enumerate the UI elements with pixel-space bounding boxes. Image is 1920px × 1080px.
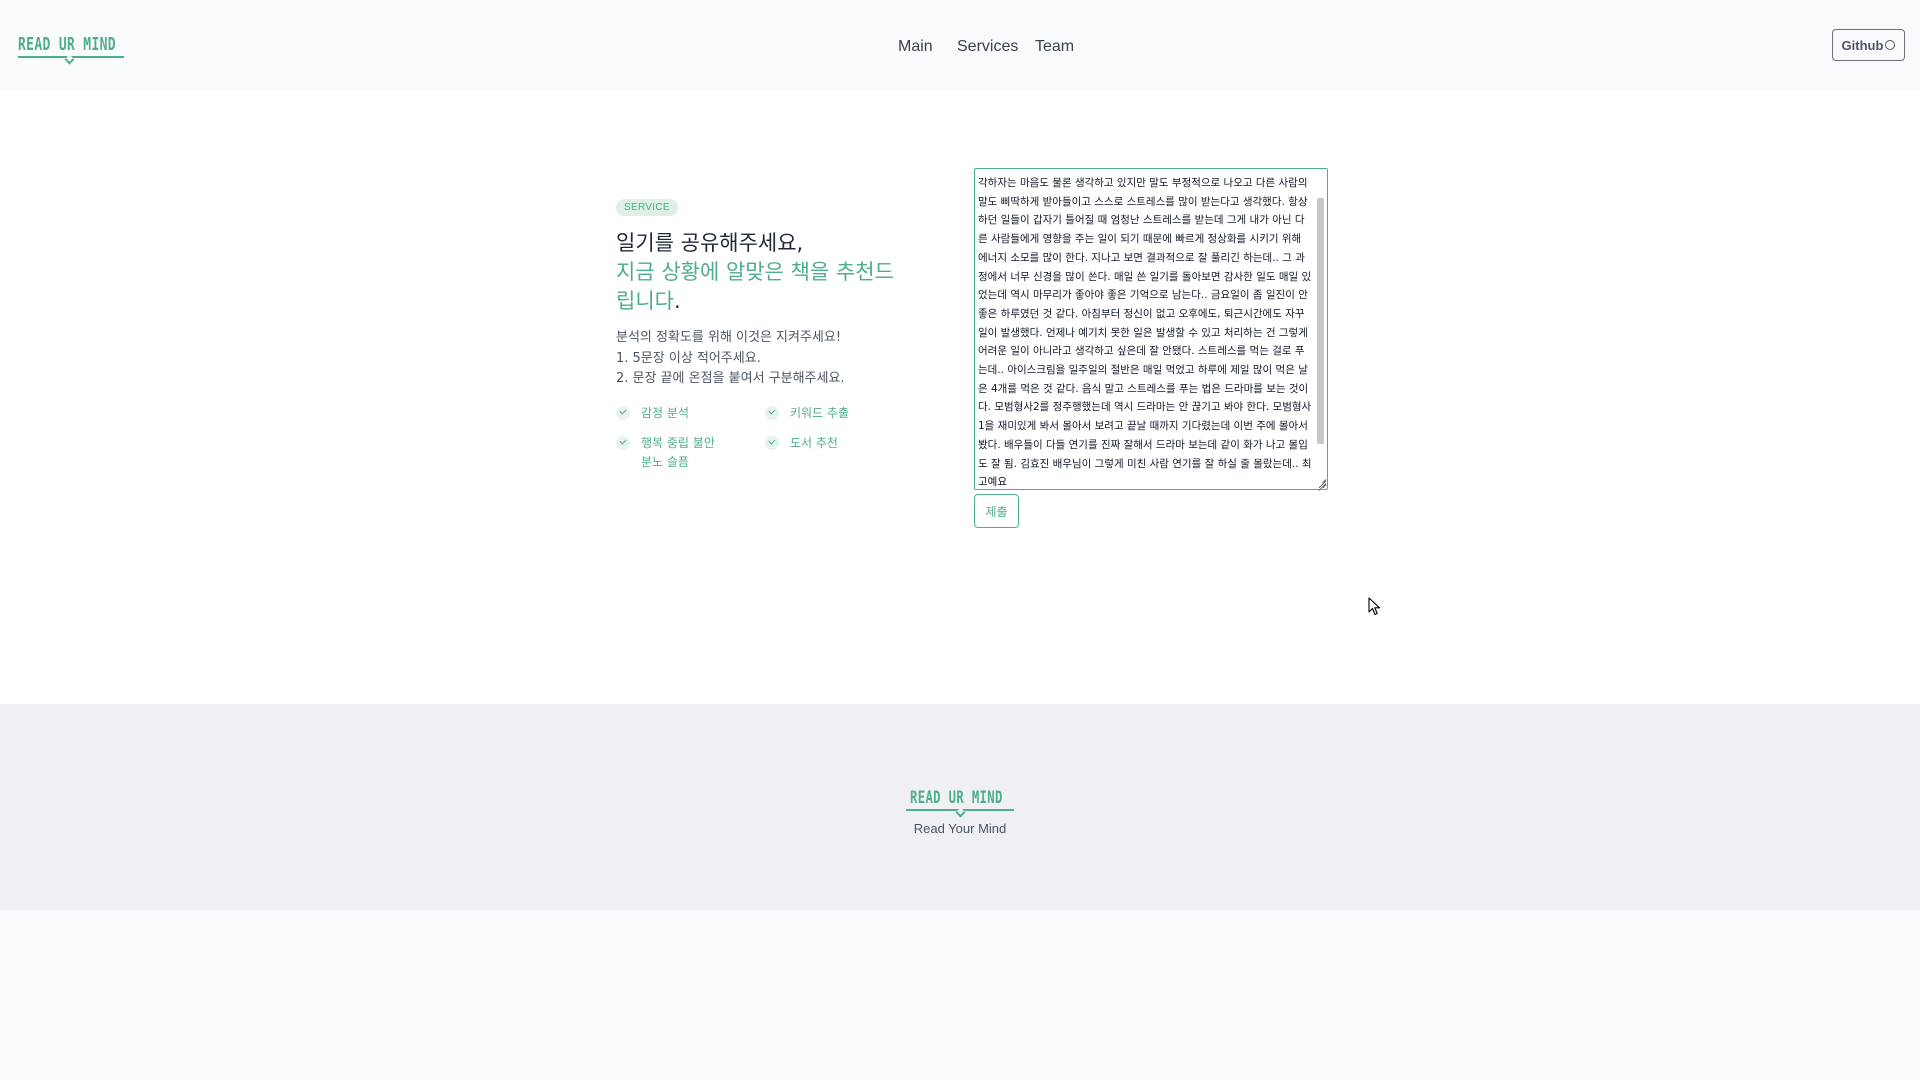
- submit-button[interactable]: 제출: [974, 494, 1019, 528]
- instruction-line: 2. 문장 끝에 온점을 붙여서 구분해주세요.: [616, 371, 845, 386]
- feature-label: 도서 추천: [790, 435, 838, 450]
- nav-main[interactable]: Main: [898, 38, 933, 56]
- logo-text: READ UR MIND: [910, 788, 1003, 808]
- service-section: SERVICE 일기를 공유해주세요, 지금 상황에 알맞은 책을 추천드 립니…: [0, 91, 1920, 704]
- instruction-line: 분석의 정확도를 위해 이것은 지켜주세요!: [616, 330, 842, 345]
- github-icon: [1885, 40, 1896, 50]
- feature-item: 도서 추천: [765, 434, 838, 453]
- service-intro: SERVICE 일기를 공유해주세요, 지금 상황에 알맞은 책을 추천드 립니…: [616, 195, 916, 474]
- service-headline: 일기를 공유해주세요, 지금 상황에 알맞은 책을 추천드 립니다.: [616, 229, 916, 316]
- feature-item: 키워드 추출: [765, 404, 849, 423]
- submit-label: 제출: [985, 504, 1008, 519]
- footer: READ UR MIND Read Your Mind: [0, 704, 1920, 910]
- footer-logo[interactable]: READ UR MIND: [906, 788, 1039, 818]
- nav-services[interactable]: Services: [957, 38, 1018, 56]
- feature-item: 감정 분석: [616, 404, 689, 423]
- github-label: Github: [1841, 37, 1884, 53]
- service-badge: SERVICE: [616, 199, 678, 216]
- headline-line1: 일기를 공유해주세요,: [616, 231, 804, 255]
- check-icon: [616, 405, 630, 420]
- feature-list: 감정 분석 키워드 추출 행복 중립 불안 분노 슬픔 도서 추천: [616, 404, 916, 474]
- instruction-line: 1. 5문장 이상 적어주세요.: [616, 350, 761, 366]
- check-icon: [765, 405, 779, 420]
- textarea-scrollbar[interactable]: [1317, 198, 1324, 444]
- logo-text: READ UR MIND: [18, 34, 116, 55]
- headline-period: .: [673, 289, 681, 313]
- github-button[interactable]: Github: [1832, 29, 1905, 61]
- mouse-cursor-icon: [1368, 597, 1381, 616]
- check-icon: [616, 435, 630, 450]
- check-icon: [765, 435, 779, 450]
- feature-label: 분노 슬픔: [641, 454, 689, 469]
- footer-tagline: Read Your Mind: [913, 821, 1007, 836]
- nav-team[interactable]: Team: [1035, 38, 1074, 56]
- feature-label: 감정 분석: [641, 405, 689, 420]
- instructions: 분석의 정확도를 위해 이것은 지켜주세요! 1. 5문장 이상 적어주세요. …: [616, 328, 916, 390]
- feature-label: 행복 중립 불안: [641, 435, 715, 450]
- resize-handle-icon[interactable]: [1316, 476, 1326, 486]
- diary-textarea[interactable]: 각하자는 마음도 물론 생각하고 있지만 말도 부정적으로 나오고 다른 사람의…: [974, 168, 1328, 490]
- headline-green-1: 지금 상황에 알맞은 책을 추천드: [616, 260, 894, 284]
- feature-item: 행복 중립 불안 분노 슬픔: [616, 434, 715, 472]
- feature-label: 키워드 추출: [790, 405, 850, 420]
- header-logo[interactable]: READ UR MIND: [18, 34, 154, 65]
- top-navbar: READ UR MIND Main Services Team Github: [0, 0, 1920, 91]
- headline-green-2: 립니다: [616, 289, 674, 313]
- page-bottom: [0, 910, 1920, 1080]
